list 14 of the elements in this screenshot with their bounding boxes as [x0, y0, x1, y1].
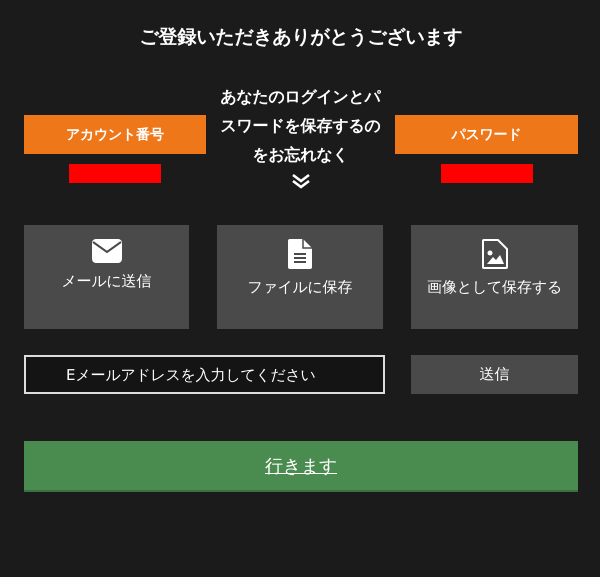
go-button[interactable]: 行きます	[24, 441, 578, 492]
document-icon	[288, 239, 312, 269]
save-option-button[interactable]: 画像として保存する	[411, 225, 578, 329]
send-button[interactable]: 送信	[411, 355, 578, 394]
password-label: パスワード	[395, 115, 578, 154]
double-chevron-down-icon	[290, 173, 310, 189]
image-file-icon	[482, 239, 508, 269]
save-option-button[interactable]: メールに送信	[24, 225, 189, 329]
page-title: ご登録いただきありがとうございます	[138, 25, 464, 50]
email-input-field[interactable]: Eメールアドレスを入力してください	[24, 355, 385, 394]
save-option-button[interactable]: ファイルに保存	[217, 225, 383, 329]
account-number-label: アカウント番号	[24, 115, 206, 154]
envelope-icon	[92, 239, 122, 263]
reminder-message: あなたのログインとパスワードを保存するのをお忘れなく	[220, 86, 382, 166]
